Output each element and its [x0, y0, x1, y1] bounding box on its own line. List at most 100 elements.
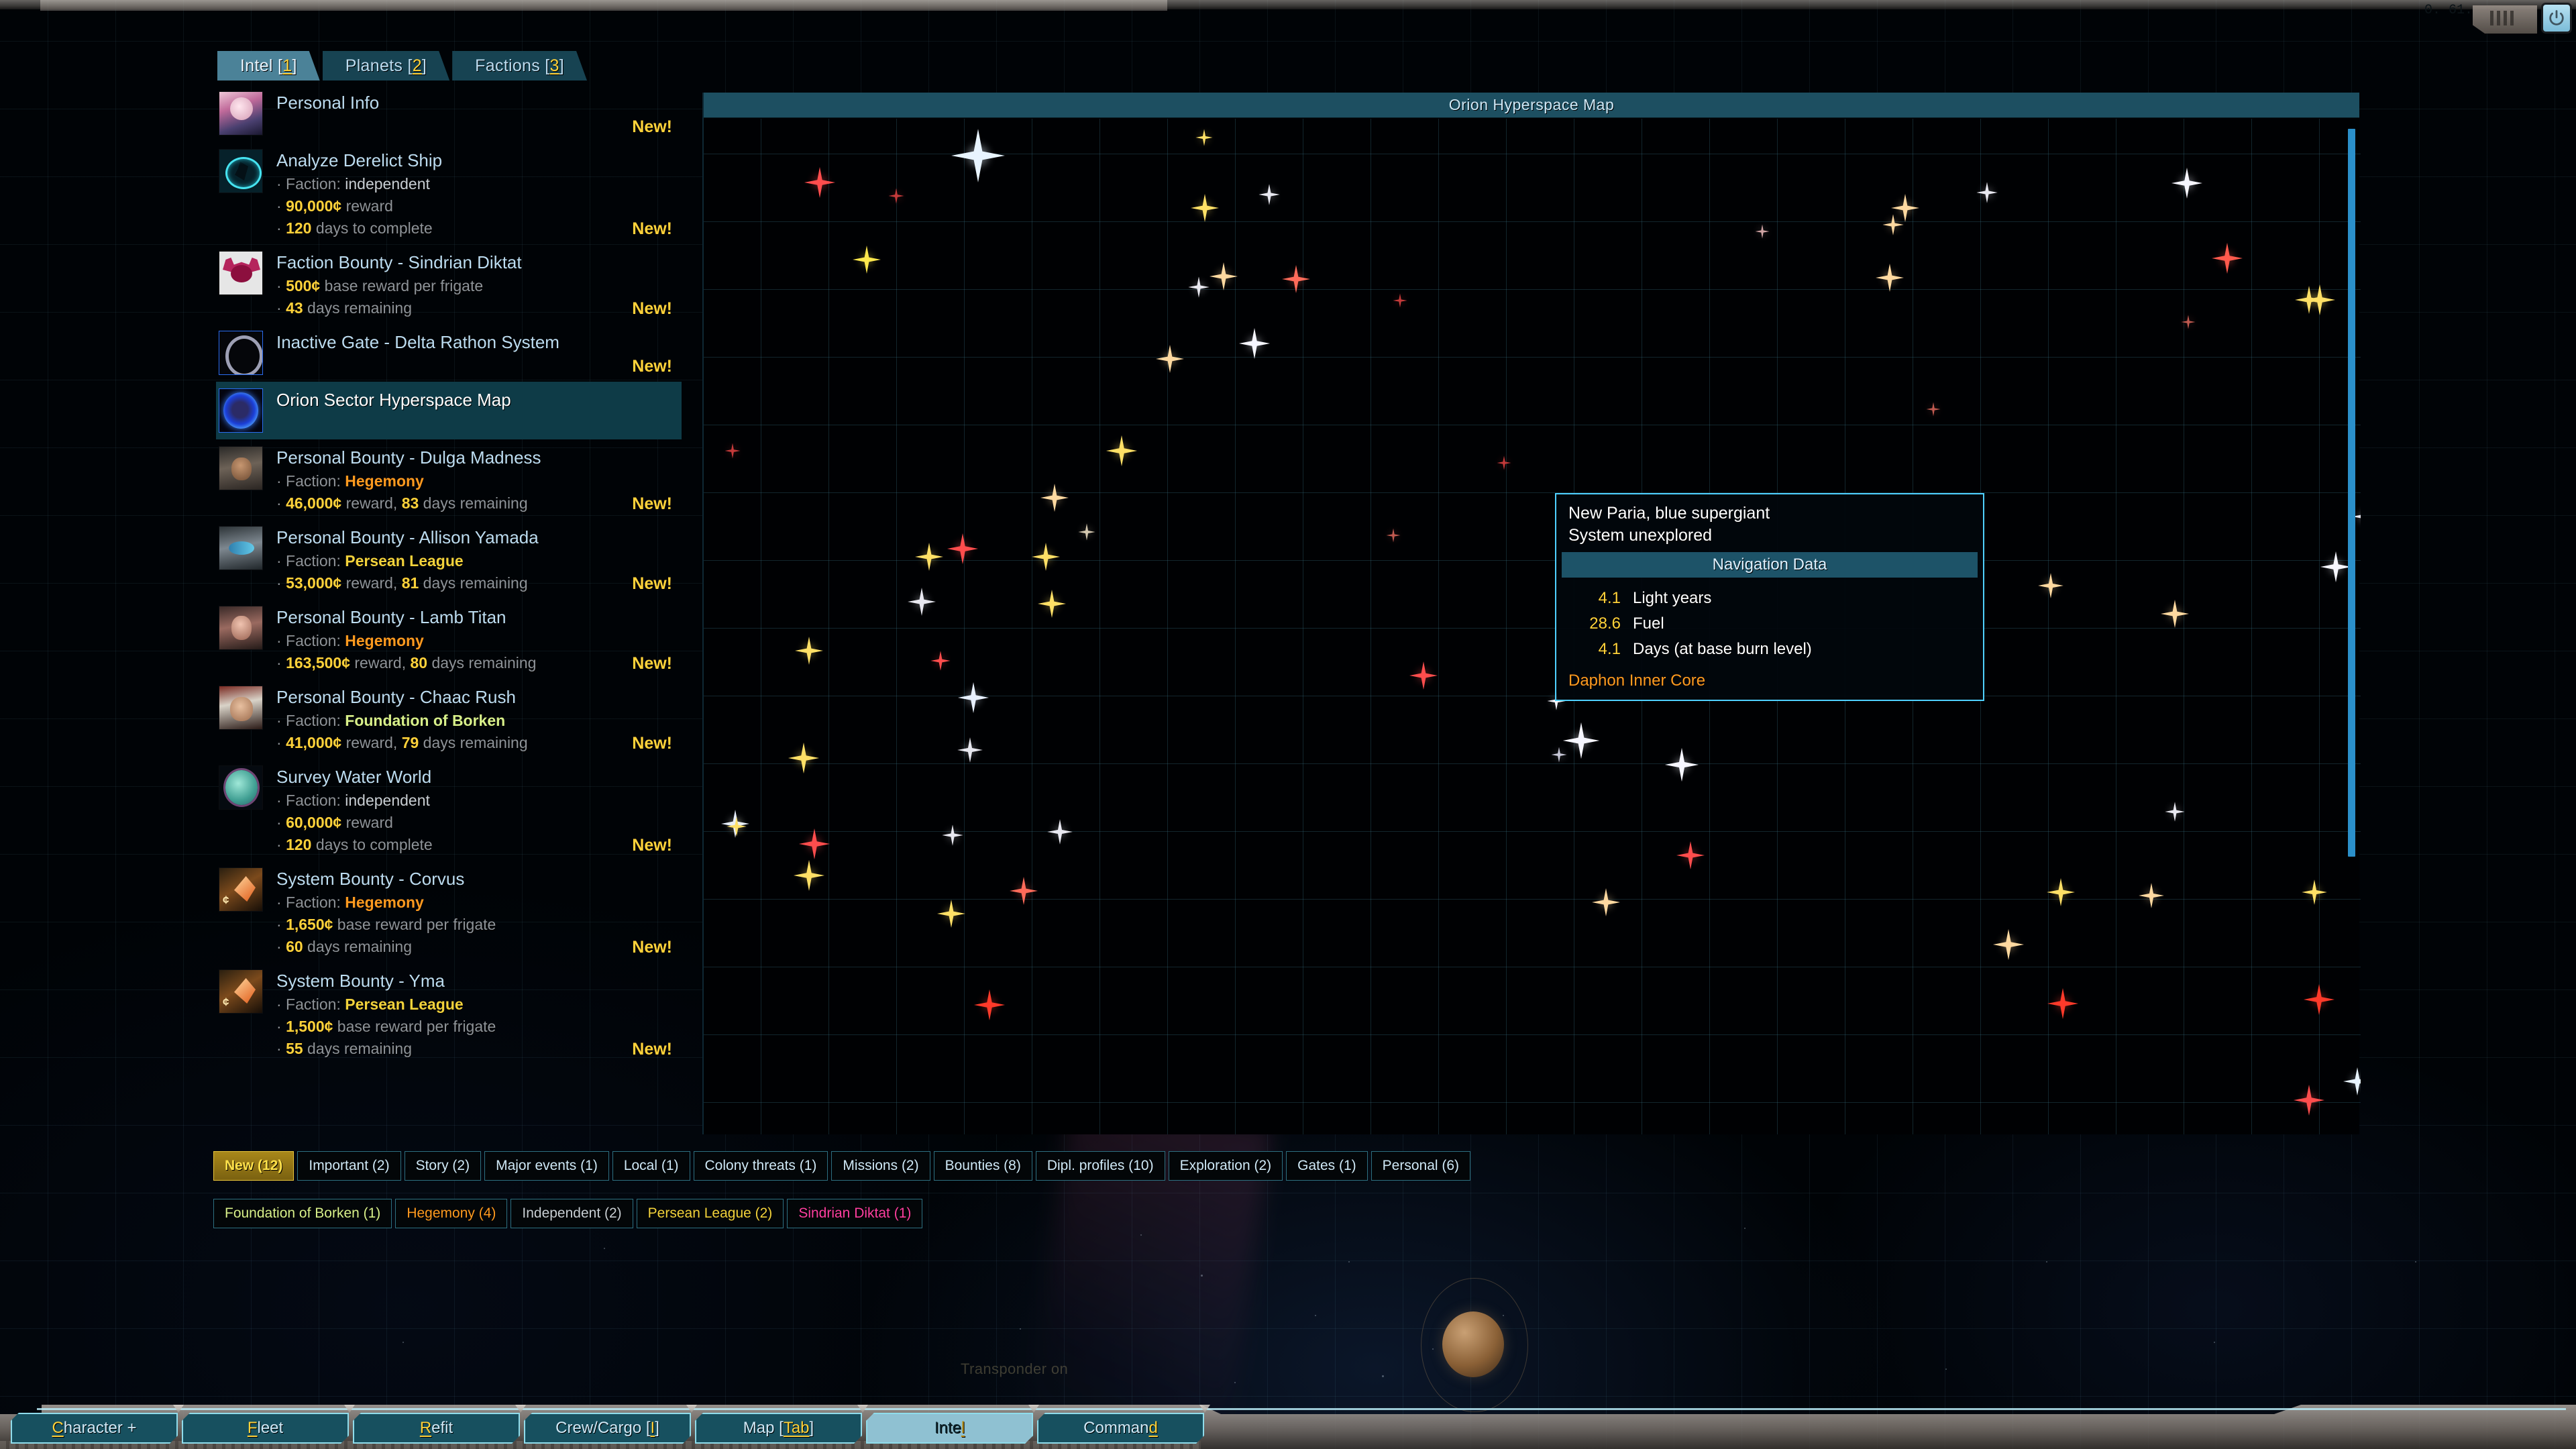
intel-item-detail: · 46,000¢ reward, 83 days remaining — [276, 494, 528, 512]
intel-item-title: System Bounty - Yma — [276, 971, 445, 991]
intel-item-title: Personal Bounty - Lamb Titan — [276, 607, 506, 627]
nav-intel[interactable]: Intel — [866, 1413, 1033, 1444]
intel-list-item[interactable]: Analyze Derelict Ship · Faction: independ… — [216, 142, 682, 244]
intel-category-filters: New (12) Important (2) Story (2) Major even… — [213, 1151, 1471, 1181]
faction-filter-independent[interactable]: Independent (2) — [511, 1199, 633, 1228]
tooltip-nav-stats: 4.1 Light years 28.6 Fuel 4.1 Days (at base b… — [1556, 586, 1983, 662]
tab-planets[interactable]: Planets [2] — [323, 51, 449, 80]
intel-item-body: Inactive Gate - Delta Rathon System — [276, 331, 559, 375]
system-tooltip: New Paria, blue supergiant System unexpl… — [1555, 493, 1984, 701]
vent-plate-decoration — [2473, 5, 2537, 34]
filter-majorevents[interactable]: Major events (1) — [484, 1151, 609, 1181]
nav-hotkey: C — [52, 1419, 64, 1437]
nav-crewcargoi[interactable]: Crew/Cargo [I] — [524, 1413, 691, 1444]
background-star-dot — [1744, 1228, 1746, 1229]
nav-refit[interactable]: Refit — [353, 1413, 520, 1444]
filter-missions[interactable]: Missions (2) — [831, 1151, 930, 1181]
sindrian-diktat-crest-icon — [219, 251, 263, 295]
background-star-dot — [1503, 1315, 1504, 1316]
bounty-portrait-icon — [219, 526, 263, 570]
tab-hotkey: 1 — [282, 56, 292, 75]
background-planet — [1442, 1311, 1504, 1377]
tab-intel[interactable]: Intel [1] — [217, 51, 320, 80]
intel-item-body: Personal Bounty - Allison Yamada · Factio… — [276, 526, 539, 592]
intel-list-item[interactable]: System Bounty - Corvus · Faction: Hegemon… — [216, 861, 682, 963]
faction-filter-foundationofborken[interactable]: Foundation of Borken (1) — [213, 1199, 392, 1228]
filter-diplprofiles[interactable]: Dipl. profiles (10) — [1035, 1151, 1165, 1181]
intel-list-item[interactable]: Orion Sector Hyperspace Map — [216, 382, 682, 439]
background-star-dot — [1201, 1275, 1203, 1277]
map-canvas[interactable] — [704, 119, 2361, 1134]
tooltip-section-header: Navigation Data — [1562, 552, 1978, 578]
tooltip-stat-label: Light years — [1633, 589, 1712, 607]
intel-item-body: Survey Water World · Faction: independent… — [276, 765, 433, 854]
intel-item-title: System Bounty - Corvus — [276, 869, 465, 889]
tooltip-stat-label: Fuel — [1633, 614, 1664, 633]
intel-item-title: Faction Bounty - Sindrian Diktat — [276, 252, 522, 272]
nav-label: Map [Tab] — [743, 1419, 814, 1437]
intel-list-item[interactable]: Faction Bounty - Sindrian Diktat · 500¢ b… — [216, 244, 682, 324]
background-star-dot — [604, 1248, 605, 1249]
faction-filter-sindriandiktat[interactable]: Sindrian Diktat (1) — [787, 1199, 923, 1228]
intel-item-title: Analyze Derelict Ship — [276, 150, 443, 170]
faction-filter-hegemony[interactable]: Hegemony (4) — [395, 1199, 508, 1228]
tooltip-left-edge — [1555, 512, 1556, 682]
new-badge: New! — [632, 836, 672, 855]
tab-hotkey: 3 — [549, 56, 559, 75]
tooltip-stat-value: 28.6 — [1589, 614, 1621, 633]
intel-list-item[interactable]: Inactive Gate - Delta Rathon System New! — [216, 324, 682, 382]
intel-item-detail: · Faction: Hegemony — [276, 632, 424, 649]
background-star-dot — [2046, 1261, 2047, 1263]
intel-item-detail: · 60 days remaining — [276, 938, 413, 955]
filter-story[interactable]: Story (2) — [404, 1151, 482, 1181]
nav-maptab[interactable]: Map [Tab] — [695, 1413, 862, 1444]
intel-item-body: System Bounty - Yma · Faction: Persean Le… — [276, 969, 496, 1058]
intel-item-detail: · Faction: Persean League — [276, 552, 464, 570]
filter-local[interactable]: Local (1) — [612, 1151, 690, 1181]
intel-item-detail: · 500¢ base reward per frigate — [276, 277, 484, 294]
intel-item-detail: · Faction: independent — [276, 175, 430, 193]
tooltip-stat-row: 4.1 Light years — [1556, 586, 1983, 611]
intel-list-item[interactable]: Personal Bounty - Lamb Titan · Faction: H… — [216, 599, 682, 679]
new-badge: New! — [632, 299, 672, 318]
intel-list-item[interactable]: Personal Bounty - Allison Yamada · Factio… — [216, 519, 682, 599]
background-star-dot — [2214, 1342, 2215, 1343]
bounty-portrait-icon — [219, 686, 263, 730]
intel-item-detail: · Faction: Foundation of Borken — [276, 712, 506, 729]
filter-important[interactable]: Important (2) — [297, 1151, 401, 1181]
new-badge: New! — [632, 357, 672, 376]
filter-personal[interactable]: Personal (6) — [1371, 1151, 1471, 1181]
derelict-ship-icon — [219, 149, 263, 193]
intel-item-title: Personal Bounty - Dulga Madness — [276, 447, 541, 468]
background-star-dot — [1020, 1328, 1021, 1330]
bounty-portrait-icon — [219, 606, 263, 650]
filter-colonythreats[interactable]: Colony threats (1) — [693, 1151, 828, 1181]
power-icon[interactable] — [2541, 3, 2572, 34]
intel-item-body: Orion Sector Hyperspace Map — [276, 388, 511, 433]
filter-bounties[interactable]: Bounties (8) — [933, 1151, 1032, 1181]
map-gridlines — [704, 119, 2361, 1134]
nav-character[interactable]: Character + — [11, 1413, 178, 1444]
intel-list-item[interactable]: Personal Bounty - Dulga Madness · Faction… — [216, 439, 682, 519]
intel-entry-list[interactable]: Personal Info New! Analyze Derelict Ship · … — [216, 85, 682, 1128]
tab-factions[interactable]: Factions [3] — [452, 51, 587, 80]
nav-command[interactable]: Command — [1037, 1413, 1204, 1444]
nav-label: Refit — [419, 1419, 453, 1437]
tooltip-system-name: New Paria, blue supergiant — [1568, 504, 1770, 523]
game-screen: Transponder on 0. 61. Intel [1] Planets [… — [0, 0, 2576, 1449]
filter-new[interactable]: New (12) — [213, 1151, 294, 1181]
intel-list-item[interactable]: Personal Bounty - Chaac Rush · Faction: F… — [216, 679, 682, 759]
portrait-icon — [219, 91, 263, 136]
nav-hotkey: l — [961, 1419, 965, 1437]
intel-list-item[interactable]: Personal Info New! — [216, 85, 682, 142]
filter-exploration[interactable]: Exploration (2) — [1168, 1151, 1283, 1181]
intel-item-detail: · 120 days to complete — [276, 219, 433, 237]
filter-gates[interactable]: Gates (1) — [1286, 1151, 1368, 1181]
faction-filter-perseanleague[interactable]: Persean League (2) — [636, 1199, 784, 1228]
intel-list-item[interactable]: System Bounty - Yma · Faction: Persean Le… — [216, 963, 682, 1065]
tooltip-system-status: System unexplored — [1568, 526, 1713, 545]
map-scrollbar[interactable] — [2348, 129, 2355, 857]
intel-list-item[interactable]: Survey Water World · Faction: independent… — [216, 759, 682, 861]
background-star-dot — [402, 1342, 404, 1343]
nav-fleet[interactable]: Fleet — [182, 1413, 349, 1444]
